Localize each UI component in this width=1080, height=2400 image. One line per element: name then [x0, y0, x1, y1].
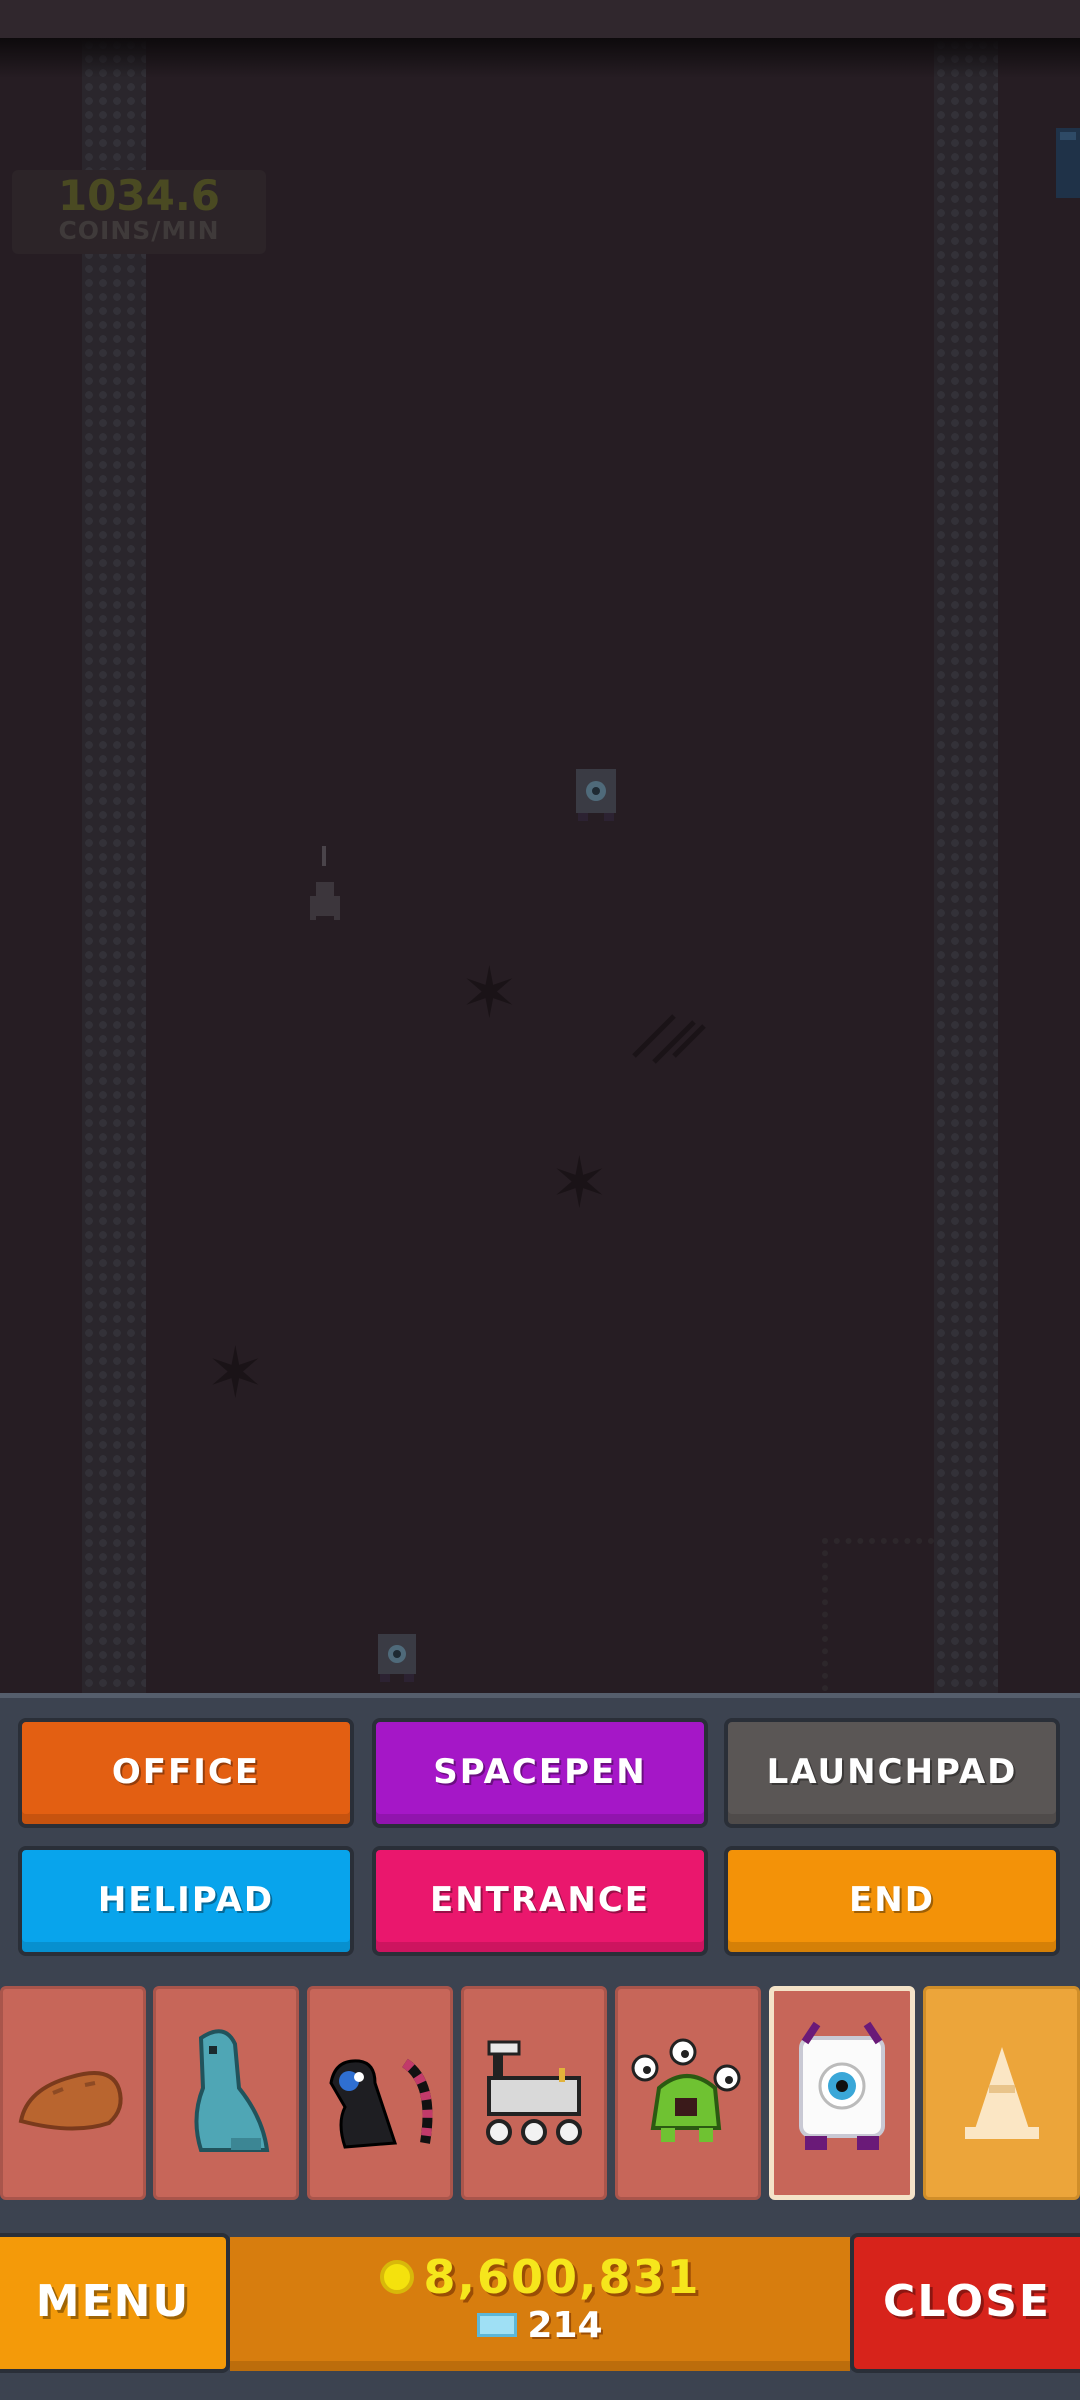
end-label: END [849, 1880, 935, 1920]
top-shadow [0, 38, 1080, 78]
bottom-panel: OFFICE SPACEPEN LAUNCHPAD HELIPAD ENTRAN… [0, 1693, 1080, 2400]
close-button[interactable]: CLOSE [850, 2233, 1080, 2373]
helipad-label: HELIPAD [97, 1880, 275, 1920]
launchpad-button[interactable]: LAUNCHPAD [724, 1718, 1060, 1828]
launchpad-label: LAUNCHPAD [766, 1752, 1018, 1792]
bottom-bar: MENU 8,600,831 214 CLOSE [0, 2233, 1080, 2400]
eyeball-robot-small-icon [576, 769, 616, 821]
item-slot-alien[interactable] [615, 1986, 761, 2200]
menu-button[interactable]: MENU [0, 2233, 230, 2373]
menu-label: MENU [35, 2276, 191, 2327]
end-button[interactable]: END [724, 1846, 1060, 1956]
item-slot-eyeball-robot[interactable] [769, 1986, 915, 2200]
close-label: CLOSE [883, 2276, 1051, 2327]
rock-icon [3, 1989, 143, 2197]
income-rate-value: 1034.6 [57, 171, 221, 220]
game-playfield[interactable]: 1034.6 COINS/MIN ✶ ✶ ✶ [0, 38, 1080, 1693]
traffic-cone-icon [926, 1989, 1077, 2197]
coin-balance: 8,600,831 [423, 2250, 701, 2304]
monkey-creature-icon [310, 1989, 450, 2197]
right-rock-wall [934, 38, 998, 1693]
income-rate-unit: COINS/MIN [58, 216, 220, 245]
item-slot-rock[interactable] [0, 1986, 146, 2200]
edge-object-icon [1056, 128, 1080, 198]
ground-crack-icon: ✶ [550, 1142, 609, 1224]
gem-balance: 214 [527, 2304, 603, 2346]
coin-row: 8,600,831 [230, 2250, 850, 2304]
small-rocket-icon [310, 846, 340, 920]
seal-creature-icon [156, 1989, 296, 2197]
scratch-marks-icon [632, 1014, 706, 1064]
income-rate-panel: 1034.6 COINS/MIN [12, 170, 266, 254]
item-slot-monkey[interactable] [307, 1986, 453, 2200]
status-bar [0, 0, 1080, 38]
helipad-button[interactable]: HELIPAD [18, 1846, 354, 1956]
ticket-icon [477, 2313, 518, 2337]
green-alien-icon [618, 1989, 758, 2197]
ground-crack-icon: ✶ [206, 1332, 265, 1414]
item-slot-rover[interactable] [461, 1986, 607, 2200]
office-label: OFFICE [111, 1752, 261, 1792]
coin-icon [379, 2260, 414, 2294]
eyeball-robot-icon [774, 1991, 910, 2195]
ground-crack-icon: ✶ [460, 952, 519, 1034]
eyeball-robot-small-icon [378, 1634, 416, 1682]
spacepen-label: SPACEPEN [433, 1752, 647, 1792]
entrance-label: ENTRANCE [430, 1880, 650, 1920]
currency-panel: 8,600,831 214 [230, 2237, 850, 2371]
left-rock-wall [82, 38, 146, 1693]
item-slot-seal[interactable] [153, 1986, 299, 2200]
mars-rover-icon [464, 1989, 604, 2197]
office-button[interactable]: OFFICE [18, 1718, 354, 1828]
gem-row: 214 [230, 2303, 850, 2347]
rock-formation [822, 1538, 934, 1693]
entrance-button[interactable]: ENTRANCE [372, 1846, 708, 1956]
item-selector [0, 1986, 1080, 2208]
item-slot-cone[interactable] [923, 1986, 1080, 2200]
spacepen-button[interactable]: SPACEPEN [372, 1718, 708, 1828]
